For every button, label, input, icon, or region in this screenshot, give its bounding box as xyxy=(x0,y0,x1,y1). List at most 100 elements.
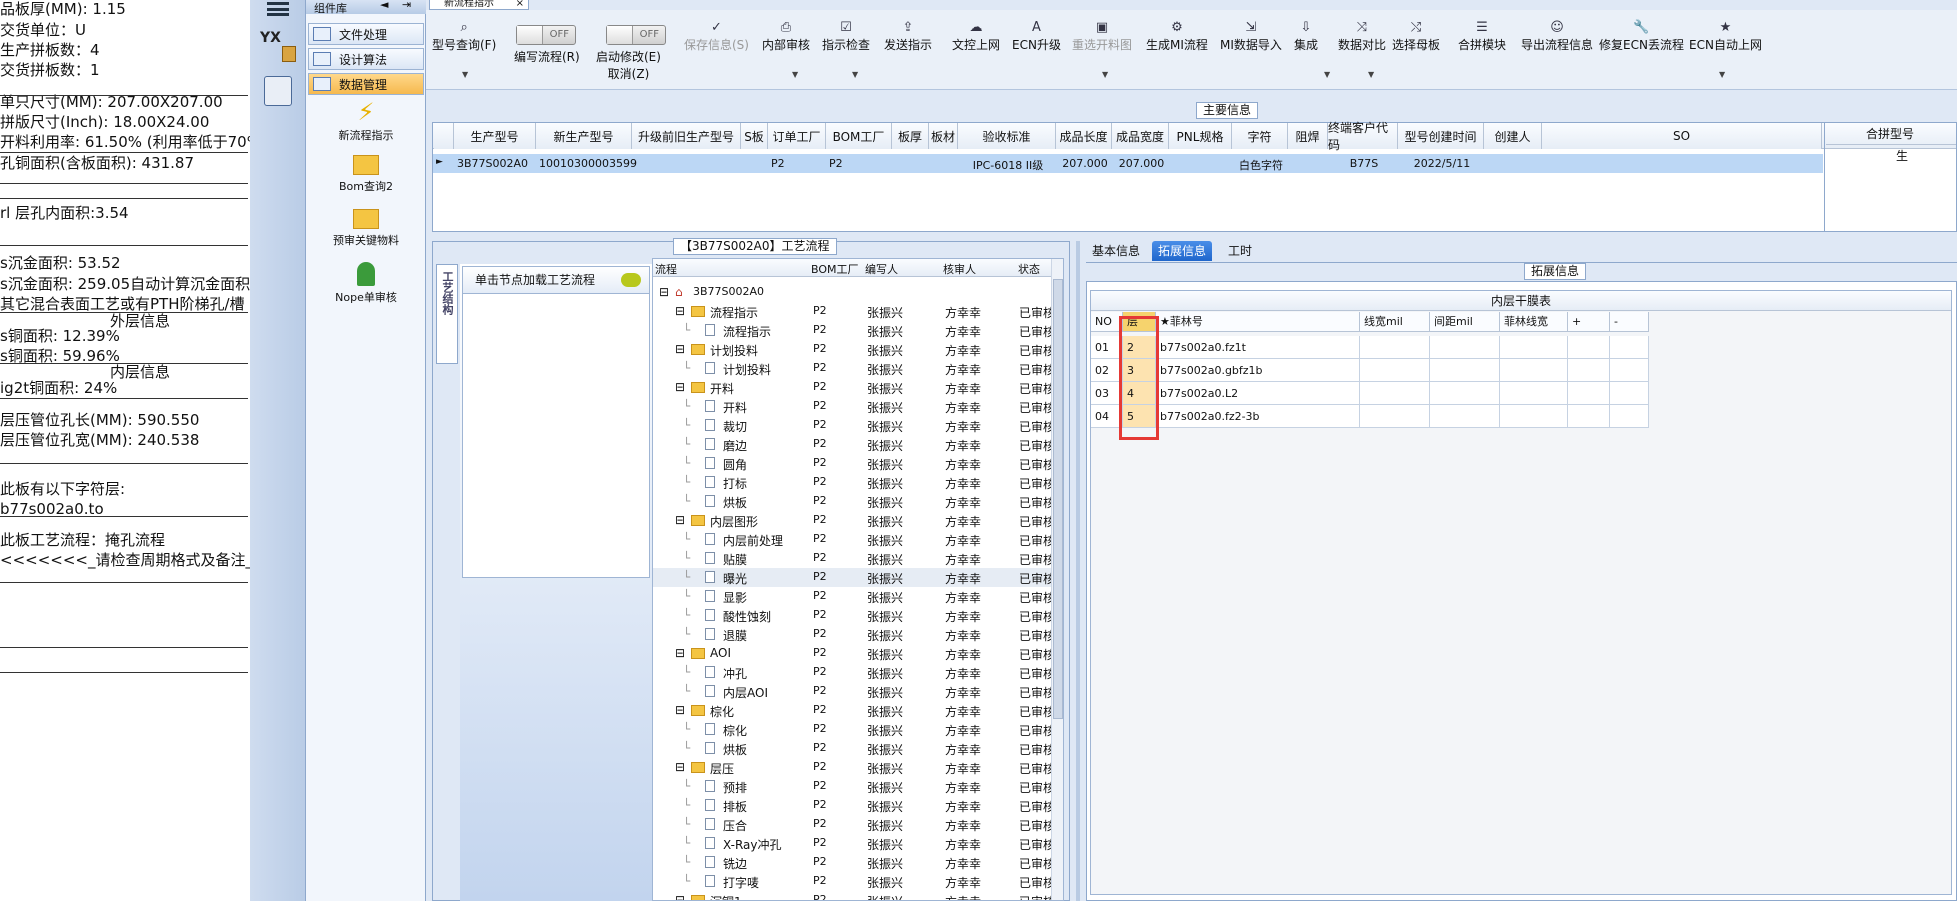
nav-row-file[interactable]: 文件处理 xyxy=(308,23,424,45)
dryfilm-cell[interactable]: b77s002a0.fz2-3b xyxy=(1156,405,1360,428)
main-info-col-header[interactable]: 成品宽度 xyxy=(1112,123,1169,149)
tree-row[interactable]: ⊟ 开料 P2 张振兴 方幸幸 已审核 xyxy=(653,378,1063,397)
toolbar-button-18[interactable]: ★ ECN自动上网 xyxy=(1689,20,1762,53)
dryfilm-col-header[interactable]: - xyxy=(1610,312,1649,332)
calculator-icon[interactable] xyxy=(264,76,292,106)
dryfilm-col-header[interactable]: + xyxy=(1568,312,1610,332)
tree-row[interactable]: └ 显影 P2 张振兴 方幸幸 已审核 xyxy=(653,587,1063,606)
toolbar-button-12[interactable]: ⇩ 集成 xyxy=(1294,20,1318,53)
tree-row[interactable]: ⊟ 沉铜1 P2 张振兴 方幸幸 已审核 xyxy=(653,891,1063,900)
tree-root[interactable]: ⊟ ⌂ 3B77S002A0 xyxy=(653,283,1063,302)
tree-row[interactable]: ⊟ 内层图形 P2 张振兴 方幸幸 已审核 xyxy=(653,511,1063,530)
tree-row[interactable]: └ 磨边 P2 张振兴 方幸幸 已审核 xyxy=(653,435,1063,454)
toolbar-button-11[interactable]: ⇲ MI数据导入 xyxy=(1220,20,1282,53)
dropdown-arrow-icon[interactable]: ▼ xyxy=(1368,70,1374,79)
dryfilm-col-header[interactable]: 间距mil xyxy=(1430,312,1500,332)
window-tab[interactable]: 新流程指示 × xyxy=(429,0,529,10)
tree-col-header[interactable]: 核审人 xyxy=(943,261,976,277)
tree-row[interactable]: └ 打字唛 P2 张振兴 方幸幸 已审核 xyxy=(653,872,1063,891)
tree-row[interactable]: └ 预排 P2 张振兴 方幸幸 已审核 xyxy=(653,777,1063,796)
toolbar-button-5[interactable]: ☑ 指示检查 xyxy=(822,20,870,53)
dryfilm-col-header[interactable]: 菲林线宽 xyxy=(1500,312,1568,332)
load-process-hint[interactable]: 单击节点加载工艺流程 xyxy=(462,266,650,294)
back-icon[interactable]: ◄ xyxy=(380,0,388,11)
toolbar-button-17[interactable]: 🔧 修复ECN丢流程 xyxy=(1599,20,1684,53)
toolbar-button-13[interactable]: ⤨ 数据对比 xyxy=(1338,20,1386,53)
tree-row[interactable]: └ 圆角 P2 张振兴 方幸幸 已审核 xyxy=(653,454,1063,473)
toolbar-button-6[interactable]: ⇪ 发送指示 xyxy=(884,20,932,53)
tree-row[interactable]: └ 贴膜 P2 张振兴 方幸幸 已审核 xyxy=(653,549,1063,568)
tree-row[interactable]: └ 烘板 P2 张振兴 方幸幸 已审核 xyxy=(653,492,1063,511)
tree-col-header[interactable]: BOM工厂 xyxy=(811,261,859,277)
toolbar-button-9[interactable]: ▣ 重选开料图 xyxy=(1072,20,1132,53)
tree-row[interactable]: └ 烘板 P2 张振兴 方幸幸 已审核 xyxy=(653,739,1063,758)
tree-row[interactable]: └ 铣边 P2 张振兴 方幸幸 已审核 xyxy=(653,853,1063,872)
tree-col-header[interactable]: 编写人 xyxy=(865,261,898,277)
dropdown-arrow-icon[interactable]: ▼ xyxy=(1102,70,1108,79)
toolbar-button-8[interactable]: A ECN升级 xyxy=(1012,20,1061,53)
dryfilm-col-header[interactable]: ★菲林号 xyxy=(1156,312,1360,332)
toolbar-button-14[interactable]: ⤭ 选择母板 xyxy=(1392,20,1440,53)
pin-icon[interactable]: ⇥ xyxy=(402,0,411,11)
main-info-col-header[interactable]: 板材 xyxy=(929,123,958,149)
nav-row-data[interactable]: 数据管理 xyxy=(308,73,424,95)
app-logo-icon[interactable]: YX xyxy=(260,30,296,62)
tree-row[interactable]: ⊟ 层压 P2 张振兴 方幸幸 已审核 xyxy=(653,758,1063,777)
dropdown-arrow-icon[interactable]: ▼ xyxy=(792,70,798,79)
dryfilm-cell[interactable]: b77s002a0.fz1t xyxy=(1156,336,1360,359)
main-info-col-header[interactable]: S板 xyxy=(741,123,768,149)
tree-row[interactable]: ⊟ 棕化 P2 张振兴 方幸幸 已审核 xyxy=(653,701,1063,720)
tree-row[interactable]: └ X-Ray冲孔 P2 张振兴 方幸幸 已审核 xyxy=(653,834,1063,853)
nav-item-bom[interactable]: Bom查询2 xyxy=(306,155,426,194)
dropdown-arrow-icon[interactable]: ▼ xyxy=(852,70,858,79)
dropdown-arrow-icon[interactable]: ▼ xyxy=(462,70,468,79)
tree-row[interactable]: └ 计划投料 P2 张振兴 方幸幸 已审核 xyxy=(653,359,1063,378)
tree-row[interactable]: └ 流程指示 P2 张振兴 方幸幸 已审核 xyxy=(653,321,1063,340)
main-info-col-header[interactable]: 验收标准 xyxy=(958,123,1056,149)
side-tab-structure[interactable]: 工艺结构 xyxy=(436,264,458,364)
main-info-col-header[interactable]: 升级前旧生产型号 xyxy=(632,123,741,149)
tree-row[interactable]: ⊟ AOI P2 张振兴 方幸幸 已审核 xyxy=(653,644,1063,663)
main-info-col-header[interactable]: 创建人 xyxy=(1484,123,1542,149)
main-info-col-header[interactable]: 型号创建时间 xyxy=(1398,123,1484,149)
toolbar-button-10[interactable]: ⚙ 生成MI流程 xyxy=(1146,20,1208,53)
dryfilm-col-header[interactable]: 线宽mil xyxy=(1360,312,1430,332)
main-info-col-header[interactable]: 订单工厂 xyxy=(768,123,826,149)
toggle-switch[interactable]: OFF xyxy=(606,25,666,45)
tab-0[interactable]: 基本信息 xyxy=(1086,241,1146,261)
toggle-switch[interactable]: OFF xyxy=(516,25,576,45)
main-info-col-header[interactable]: BOM工厂 xyxy=(826,123,892,149)
tree-row[interactable]: └ 内层前处理 P2 张振兴 方幸幸 已审核 xyxy=(653,530,1063,549)
main-info-col-header[interactable]: 成品长度 xyxy=(1056,123,1112,149)
tab-1[interactable]: 拓展信息 xyxy=(1152,241,1213,261)
tree-scrollbar-thumb[interactable] xyxy=(1053,279,1063,719)
tree-row[interactable]: └ 裁切 P2 张振兴 方幸幸 已审核 xyxy=(653,416,1063,435)
dryfilm-cell[interactable]: b77s002a0.gbfz1b xyxy=(1156,359,1360,382)
toolbar-button-7[interactable]: ☁ 文控上网 xyxy=(952,20,1000,53)
close-icon[interactable]: × xyxy=(516,0,524,9)
main-info-col-header[interactable]: 终端客户代码 xyxy=(1328,121,1398,152)
tree-row[interactable]: └ 曝光 P2 张振兴 方幸幸 已审核 xyxy=(653,568,1063,587)
main-info-col-header[interactable]: 字符 xyxy=(1232,123,1288,149)
tree-col-header[interactable]: 流程 xyxy=(655,261,677,277)
tree-row[interactable]: └ 酸性蚀刻 P2 张振兴 方幸幸 已审核 xyxy=(653,606,1063,625)
dropdown-arrow-icon[interactable]: ▼ xyxy=(1324,70,1330,79)
tree-row[interactable]: ⊟ 流程指示 P2 张振兴 方幸幸 已审核 xyxy=(653,302,1063,321)
main-info-col-header[interactable]: 生产型号 xyxy=(454,123,536,149)
menu-icon[interactable] xyxy=(267,2,289,16)
nav-row-design[interactable]: 设计算法 xyxy=(308,48,424,70)
toolbar-button-2[interactable]: 启动修改(E) 取消(Z) xyxy=(596,48,661,82)
toolbar-button-3[interactable]: ✓ 保存信息(S) xyxy=(684,20,749,53)
dropdown-arrow-icon[interactable]: ▼ xyxy=(1719,70,1725,79)
tree-row[interactable]: └ 冲孔 P2 张振兴 方幸幸 已审核 xyxy=(653,663,1063,682)
nav-item-material[interactable]: 预审关键物料 xyxy=(306,209,426,248)
main-info-col-header[interactable]: SO xyxy=(1542,123,1822,149)
nav-item-new-process[interactable]: ⚡ 新流程指示 xyxy=(306,100,426,143)
toolbar-button-4[interactable]: ⎙ 内部审核 xyxy=(762,20,810,53)
tree-col-header[interactable]: 状态 xyxy=(1018,261,1040,277)
main-info-col-header[interactable]: 板厚 xyxy=(892,123,929,149)
toolbar-button-16[interactable]: ☺ 导出流程信息 xyxy=(1521,20,1593,53)
dryfilm-cell[interactable]: b77s002a0.L2 xyxy=(1156,382,1360,405)
main-info-col-header[interactable]: 新生产型号 xyxy=(536,123,632,149)
toolbar-button-15[interactable]: ☰ 合拼模块 xyxy=(1458,20,1506,53)
